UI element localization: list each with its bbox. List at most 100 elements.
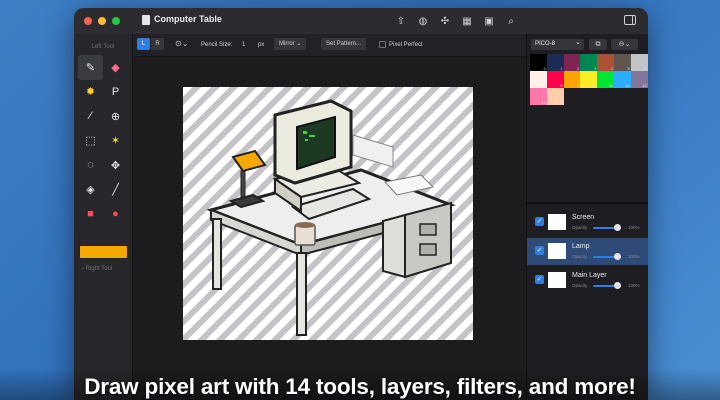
palette-color-12[interactable]: 12: [613, 71, 631, 88]
palette-color-15[interactable]: 15: [546, 88, 564, 105]
palette-duplicate-icon[interactable]: ⧉: [589, 39, 607, 50]
lasso-tool-button[interactable]: ◌: [78, 153, 103, 178]
palette-select[interactable]: PICO-8: [531, 37, 584, 50]
palette-color-number: 14: [541, 100, 546, 105]
image-icon[interactable]: ▣: [480, 12, 498, 30]
ellipse-icon: ●: [112, 208, 119, 221]
eraser-icon: ◆: [111, 61, 120, 74]
eraser-tool-button[interactable]: ◆: [103, 55, 128, 80]
pattern-icon: P: [111, 85, 120, 98]
palette-color-number: 13: [642, 83, 647, 88]
palette-color-7[interactable]: 7: [530, 71, 547, 88]
effects-icon[interactable]: ✣: [436, 12, 454, 30]
layer-name: Screen: [572, 214, 595, 221]
palette-color-1[interactable]: 1: [546, 54, 564, 71]
layer-row[interactable]: ✓ Main Layer Opacity 100%: [527, 267, 648, 294]
pencil-size-label: Pencil Size:: [201, 42, 233, 48]
palette-color-6[interactable]: 6: [630, 54, 648, 71]
rectangle-icon: ■: [87, 208, 94, 221]
palette-icon[interactable]: ◍: [414, 12, 432, 30]
share-icon[interactable]: ⇧: [392, 12, 410, 30]
toolbar-icons: ⇧ ◍ ✣ ▦ ▣ ⌕: [392, 12, 520, 30]
palette-color-4[interactable]: 4: [597, 54, 614, 71]
left-tool-header: Left Tool: [91, 44, 115, 50]
grid-icon[interactable]: ▦: [458, 12, 476, 30]
palette-color-2[interactable]: 2: [563, 54, 581, 71]
layer-opacity-knob[interactable]: [614, 224, 621, 231]
rect-select-tool-button[interactable]: ⬚: [78, 129, 103, 154]
magic-wand-tool-button[interactable]: ✶: [103, 129, 128, 154]
drawing-canvas[interactable]: [183, 87, 473, 340]
palette-color-14[interactable]: 14: [530, 88, 547, 105]
palette-color-13[interactable]: 13: [630, 71, 648, 88]
palette-color-number: 15: [558, 100, 563, 105]
layer-thumbnail: [548, 214, 566, 230]
palette-color-number: 9: [577, 83, 580, 88]
layer-opacity-knob[interactable]: [614, 253, 621, 260]
zoom-window-button[interactable]: [112, 17, 120, 25]
brightness-icon: ✹: [85, 86, 96, 99]
pattern-tool-button[interactable]: P: [103, 80, 128, 105]
move-icon: ✥: [110, 159, 121, 172]
lasso-icon: ◌: [87, 159, 94, 172]
layer-name: Main Layer: [572, 272, 607, 279]
brightness-tool-button[interactable]: ✹: [78, 80, 103, 105]
layer-row[interactable]: ✓ Screen Opacity 100%: [527, 209, 648, 236]
zoom-icon: ⊕: [110, 110, 121, 123]
pencil-size-value[interactable]: 1: [242, 42, 245, 48]
color-palette: 0 1 2 3 4 5 6 7 8 9 10 11 12 13 14 15: [530, 54, 648, 105]
magic-wand-icon: ✶: [110, 135, 121, 148]
palette-color-8[interactable]: 8: [546, 71, 564, 88]
layer-thumbnail: [548, 243, 566, 259]
minimize-window-button[interactable]: [98, 17, 106, 25]
line-icon: ╱: [112, 184, 119, 197]
palette-color-3[interactable]: 3: [580, 54, 598, 71]
layer-row[interactable]: ✓ Lamp Opacity 100%: [527, 238, 648, 265]
close-window-button[interactable]: [84, 17, 92, 25]
layer-visibility-checkbox[interactable]: ✓: [535, 275, 544, 284]
right-tool-header[interactable]: › Right Tool: [82, 266, 112, 272]
right-tool-label: Right Tool: [85, 266, 113, 272]
sidebar-toggle-icon[interactable]: [624, 15, 636, 25]
palette-options-icon[interactable]: ⊖⌄: [611, 39, 638, 50]
palette-color-5[interactable]: 5: [613, 54, 631, 71]
palette-color-number: 11: [608, 83, 613, 88]
palette-color-11[interactable]: 11: [597, 71, 614, 88]
move-tool-button[interactable]: ✥: [103, 153, 128, 178]
pencil-size-unit: px: [258, 42, 265, 48]
layer-opacity-knob[interactable]: [614, 282, 621, 289]
document-icon: [142, 15, 150, 25]
pencil-tool-button[interactable]: ✎: [78, 55, 103, 80]
set-pattern-button[interactable]: Set Pattern...: [321, 38, 367, 50]
pencil-icon: ✎: [85, 61, 96, 74]
mirror-dropdown[interactable]: Mirror ⌄: [274, 38, 307, 50]
bucket-tool-button[interactable]: ◈: [78, 178, 103, 203]
canvas-area[interactable]: [133, 57, 526, 400]
eyedropper-tool-button[interactable]: ⁄: [78, 104, 103, 129]
search-icon[interactable]: ⌕: [502, 12, 520, 30]
layer-opacity-value: 100%: [628, 225, 640, 230]
pixel-perfect-checkbox[interactable]: [379, 41, 386, 48]
layer-visibility-checkbox[interactable]: ✓: [535, 246, 544, 255]
primary-color-swatch[interactable]: [80, 246, 127, 258]
pixel-perfect-label: Pixel Perfect: [389, 42, 423, 48]
zoom-tool-button[interactable]: ⊕: [103, 104, 128, 129]
eyedropper-icon: ⁄: [89, 110, 92, 123]
mirror-label: Mirror: [279, 41, 295, 47]
layer-opacity-value: 100%: [628, 283, 640, 288]
right-button-toggle[interactable]: R: [151, 38, 164, 50]
tool-panel: Left Tool ✎ ◆ ✹ P ⁄ ⊕ ⬚ ✶ ◌ ✥ ◈ ╱ ■ ● › Right Tool: [74, 34, 133, 400]
window-title: Computer Table: [154, 14, 222, 24]
palette-color-9[interactable]: 9: [563, 71, 581, 88]
line-tool-button[interactable]: ╱: [103, 178, 128, 203]
marketing-caption: Draw pixel art with 14 tools, layers, fi…: [84, 374, 636, 399]
title-bar: Computer Table ⇧ ◍ ✣ ▦ ▣ ⌕: [74, 8, 648, 35]
shape-dropdown-icon[interactable]: ⊙⌄: [175, 39, 188, 48]
layer-visibility-checkbox[interactable]: ✓: [535, 217, 544, 226]
palette-color-0[interactable]: 0: [530, 54, 547, 71]
left-button-toggle[interactable]: L: [137, 38, 150, 50]
ellipse-tool-button[interactable]: ●: [103, 202, 128, 227]
rectangle-tool-button[interactable]: ■: [78, 202, 103, 227]
palette-color-10[interactable]: 10: [580, 71, 598, 88]
pixel-art-computer-table: [206, 99, 456, 336]
